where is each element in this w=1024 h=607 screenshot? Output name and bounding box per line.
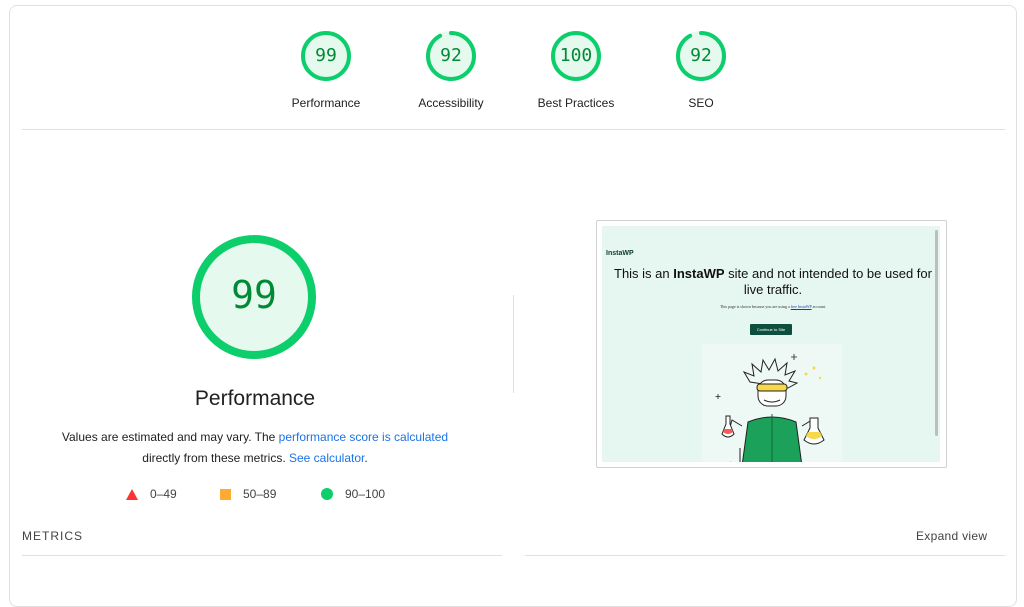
metrics-divider-right <box>525 555 1005 556</box>
metrics-heading: METRICS <box>22 529 83 543</box>
legend-item-pass: 90–100 <box>321 487 385 501</box>
desc-text: Values are estimated and may vary. The <box>61 430 279 444</box>
legend-range: 50–89 <box>243 487 277 501</box>
vertical-divider <box>513 295 514 393</box>
category-gauges: 99 Performance 92 Accessibility 100 Best… <box>0 0 1024 130</box>
gauge-score: 92 <box>440 45 462 66</box>
legend-range: 0–49 <box>150 487 177 501</box>
instawp-logo: InstaWP <box>606 250 634 257</box>
gauge-score: 100 <box>559 45 593 66</box>
gauge-label: Accessibility <box>418 96 484 110</box>
scientist-illustration <box>702 344 842 462</box>
performance-description: Values are estimated and may vary. The p… <box>40 427 470 469</box>
performance-title: Performance <box>194 387 316 410</box>
gauge-label: Best Practices <box>537 96 615 110</box>
gauge-score: 92 <box>690 45 712 66</box>
screenshot-note: This page is shown because you are using… <box>719 304 827 309</box>
see-calculator-link[interactable]: See calculator <box>289 451 364 465</box>
legend-item-average: 50–89 <box>220 487 276 501</box>
gauge-seo[interactable]: 92 SEO <box>641 30 761 110</box>
performance-gauge: 99 <box>190 233 318 361</box>
metrics-divider-left <box>22 555 502 556</box>
gauge-accessibility[interactable]: 92 Accessibility <box>391 30 511 110</box>
gauge-score: 99 <box>315 45 337 66</box>
legend-range: 90–100 <box>345 487 386 501</box>
gauge-label: Performance <box>291 96 361 110</box>
performance-score: 99 <box>231 273 277 317</box>
scientist-illustration-icon <box>715 354 825 462</box>
square-icon <box>220 488 231 500</box>
screenshot-headline: This is an InstaWP site and not intended… <box>614 266 932 297</box>
desc-text: directly from these metrics. <box>142 451 289 465</box>
expand-view-toggle[interactable]: Expand view <box>916 529 987 543</box>
gauge-performance[interactable]: 99 Performance <box>266 30 386 110</box>
header-divider <box>22 129 1005 130</box>
desc-text: . <box>364 451 368 465</box>
legend-item-fail: 0–49 <box>126 487 177 501</box>
triangle-icon <box>126 488 138 500</box>
gauge-best-practices[interactable]: 100 Best Practices <box>516 30 636 110</box>
screenshot-scrollbar <box>935 230 938 436</box>
circle-icon <box>321 488 333 500</box>
gauge-label: SEO <box>688 96 714 110</box>
continue-to-site-button: Continue to Site <box>750 324 792 335</box>
final-screenshot[interactable]: InstaWP This is an InstaWP site and not … <box>596 220 947 468</box>
score-calculation-link[interactable]: performance score is calculated <box>279 430 448 444</box>
screenshot-viewport: InstaWP This is an InstaWP site and not … <box>602 226 940 462</box>
